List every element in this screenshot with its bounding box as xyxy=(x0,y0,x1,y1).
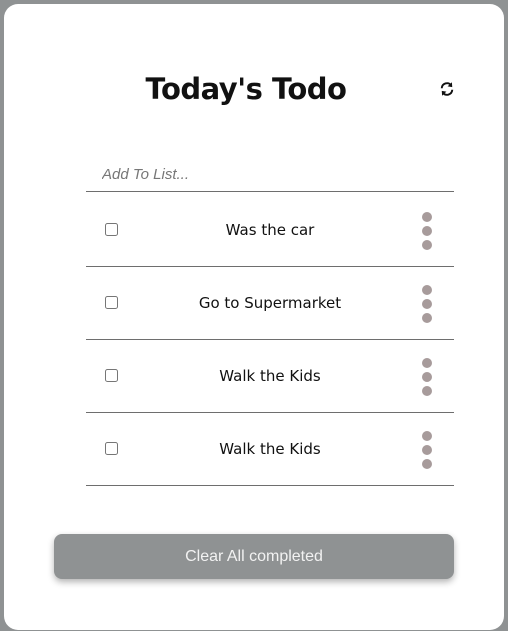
todo-item: Walk the Kids xyxy=(86,413,454,486)
more-vertical-icon[interactable] xyxy=(421,431,433,469)
page-title: Today's Todo xyxy=(145,72,347,106)
todo-list: Was the car Go to Supermarket Walk the K… xyxy=(86,194,454,486)
todo-label: Was the car xyxy=(225,221,315,239)
todo-checkbox[interactable] xyxy=(105,296,118,309)
add-todo-input[interactable] xyxy=(86,158,454,192)
todo-checkbox[interactable] xyxy=(105,369,118,382)
todo-checkbox[interactable] xyxy=(105,442,118,455)
more-vertical-icon[interactable] xyxy=(421,358,433,396)
refresh-icon[interactable] xyxy=(438,80,456,98)
more-vertical-icon[interactable] xyxy=(421,212,433,250)
todo-label: Walk the Kids xyxy=(219,440,321,458)
todo-item: Walk the Kids xyxy=(86,340,454,413)
more-vertical-icon[interactable] xyxy=(421,285,433,323)
todo-card: Today's Todo Was the car Go to Supermark… xyxy=(4,4,504,630)
todo-label: Go to Supermarket xyxy=(198,294,342,312)
todo-item: Was the car xyxy=(86,194,454,267)
todo-label: Walk the Kids xyxy=(219,367,321,385)
clear-completed-button[interactable]: Clear All completed xyxy=(54,534,454,579)
todo-checkbox[interactable] xyxy=(105,223,118,236)
todo-item: Go to Supermarket xyxy=(86,267,454,340)
